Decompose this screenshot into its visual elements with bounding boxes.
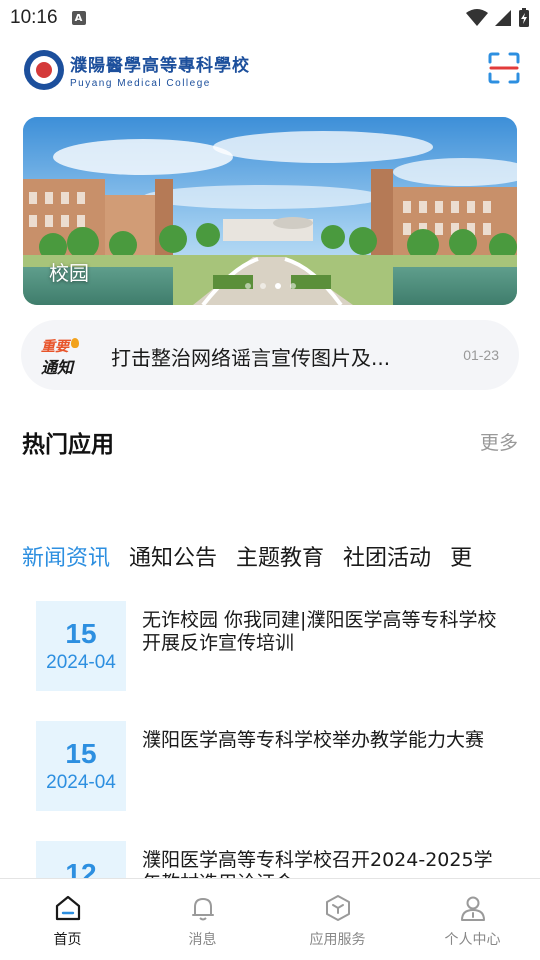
nav-label: 首页 (53, 932, 82, 948)
flame-icon (71, 338, 79, 348)
school-emblem-icon (24, 50, 64, 90)
campus-photo (23, 117, 517, 305)
hot-apps-title: 热门应用 (22, 432, 114, 458)
news-date-day: 15 (65, 618, 97, 649)
news-date-year-month: 2024-04 (46, 652, 116, 673)
profile-icon (460, 896, 485, 921)
school-name-en: Puyang Medical College (70, 78, 211, 89)
tab-1[interactable]: 通知公告 (129, 540, 217, 572)
status-icons (466, 8, 530, 28)
news-date-box: 15 2024-04 (36, 601, 126, 691)
bottom-navigation: 首页 消息 应用服务 个人中心 (0, 878, 540, 960)
app-services-icon (325, 895, 350, 921)
tab-2[interactable]: 主题教育 (236, 540, 324, 572)
news-title: 无诈校园 你我同建|濮阳医学高等专科学校开展反诈宣传培训 (142, 609, 497, 654)
tab-3[interactable]: 社团活动 (343, 540, 431, 572)
important-notice-badge: 重要 通知 (39, 336, 83, 377)
nav-app-services[interactable]: 应用服务 (270, 879, 405, 960)
nav-home[interactable]: 首页 (0, 879, 135, 960)
notice-date: 01-23 (463, 347, 499, 363)
news-date-day: 15 (65, 738, 97, 769)
school-logo: 濮陽醫學高等專科學校 Puyang Medical College (24, 50, 250, 90)
battery-icon (519, 8, 529, 27)
news-item[interactable]: 15 2024-04 无诈校园 你我同建|濮阳医学高等专科学校开展反诈宣传培训 (36, 601, 506, 691)
news-item[interactable]: 15 2024-04 濮阳医学高等专科学校举办教学能力大赛 (36, 721, 506, 811)
banner-dot[interactable] (274, 283, 281, 289)
app-header: 濮陽醫學高等專科學校 Puyang Medical College (0, 44, 540, 94)
scan-icon[interactable] (488, 52, 520, 84)
home-icon (55, 895, 80, 921)
status-bar: 10:16 A (0, 0, 540, 36)
news-date-year-month: 2024-04 (46, 772, 116, 793)
banner-caption: 校园 (49, 261, 89, 285)
bell-icon (191, 897, 214, 921)
school-name-cn: 濮陽醫學高等專科學校 (70, 56, 250, 76)
news-category-tabs: 新闻资讯 通知公告 主题教育 社团活动更 (22, 540, 540, 574)
banner-dot[interactable] (244, 283, 251, 289)
news-date-box: 15 2024-04 (36, 721, 126, 811)
banner-dot[interactable] (289, 283, 296, 289)
notice-text: 打击整治网络谣言宣传图片及... (111, 346, 391, 370)
important-notice-bar[interactable]: 重要 通知 打击整治网络谣言宣传图片及... 01-23 (21, 320, 519, 390)
campus-banner[interactable]: 校园 (23, 117, 517, 305)
tab-4[interactable]: 更 (450, 540, 472, 572)
nav-label: 个人中心 (444, 932, 501, 948)
nav-profile[interactable]: 个人中心 (405, 879, 540, 960)
nav-bell[interactable]: 消息 (135, 879, 270, 960)
banner-dot[interactable] (259, 283, 266, 289)
signal-icon (495, 10, 511, 26)
nav-label: 应用服务 (309, 932, 366, 948)
nav-label: 消息 (188, 932, 217, 948)
banner-pagination (23, 283, 517, 289)
notification-icon: A (71, 11, 86, 25)
hot-apps-more-link[interactable]: 更多 (480, 428, 518, 455)
news-title: 濮阳医学高等专科学校举办教学能力大赛 (142, 729, 485, 751)
status-time: 10:16 (10, 7, 58, 28)
wifi-icon (466, 9, 488, 26)
tab-0[interactable]: 新闻资讯 (22, 540, 110, 572)
